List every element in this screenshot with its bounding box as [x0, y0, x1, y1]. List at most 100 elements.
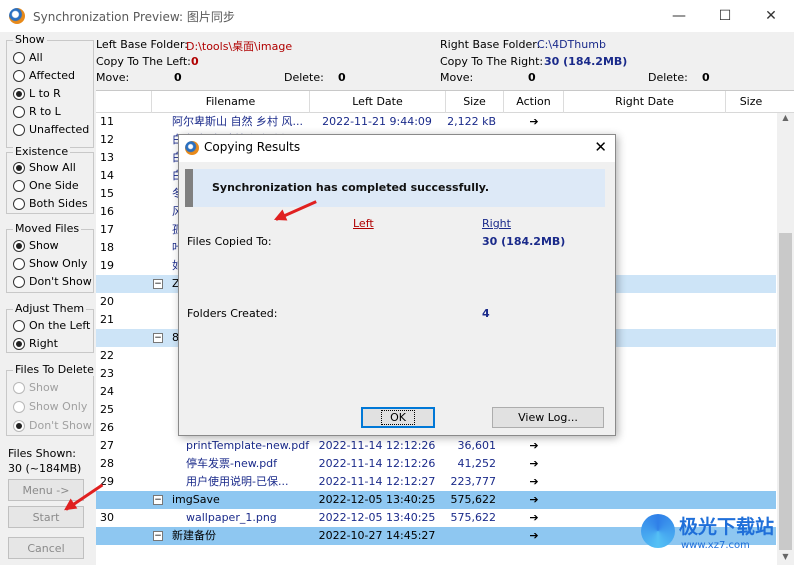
maximize-button[interactable]: ☐ — [702, 0, 748, 32]
radio-icon — [13, 419, 25, 432]
radio-existence-show-all[interactable]: Show All — [13, 161, 76, 174]
row-number: 25 — [100, 403, 114, 416]
table-row[interactable]: 27 printTemplate-new.pdf 2022-11-14 12:12:… — [96, 437, 776, 455]
row-number: 27 — [100, 439, 114, 452]
dialog-close-icon[interactable]: ✕ — [594, 138, 607, 156]
row-filename: 用户使用说明-已保... — [186, 475, 289, 488]
action-arrow-icon[interactable]: ➔ — [506, 527, 562, 545]
radio-show-r-to-l[interactable]: R to L — [13, 105, 61, 118]
move-right-label: Move: — [440, 71, 474, 84]
collapse-icon[interactable]: − — [153, 495, 163, 505]
radio-show-affected[interactable]: Affected — [13, 69, 75, 82]
adjust-group-title: Adjust Them — [13, 302, 87, 315]
header-filename[interactable]: Filename — [152, 91, 310, 113]
left-base-folder-label: Left Base Folder: — [96, 38, 188, 51]
radio-delete-show-only: Show Only — [13, 400, 87, 413]
header-left-date[interactable]: Left Date — [310, 91, 446, 113]
files-to-delete-group-title: Files To Delete — [13, 363, 96, 376]
column-right-link[interactable]: Right — [482, 217, 511, 230]
radio-icon — [13, 400, 25, 413]
radio-show-l-to-r[interactable]: L to R — [13, 87, 61, 100]
header-right-size[interactable]: Size — [726, 91, 776, 113]
collapse-icon[interactable]: − — [153, 279, 163, 289]
watermark: 极光下载站 www.xz7.com — [641, 512, 791, 558]
radio-show-unaffected[interactable]: Unaffected — [13, 123, 89, 136]
radio-show-all[interactable]: All — [13, 51, 43, 64]
collapse-icon[interactable]: − — [153, 333, 163, 343]
radio-icon — [13, 239, 25, 252]
radio-moved-dont-show[interactable]: Don't Show — [13, 275, 92, 288]
row-number — [100, 275, 140, 293]
action-arrow-icon[interactable]: ➔ — [506, 473, 562, 491]
radio-icon — [13, 319, 25, 332]
radio-moved-show[interactable]: Show — [13, 239, 59, 252]
table-row[interactable]: 28 停车发票-new.pdf 2022-11-14 12:12:26 41,252 ➔ — [96, 455, 776, 473]
title-bar: Synchronization Preview: 图片同步 — ☐ ✕ — [0, 0, 794, 32]
row-number: 14 — [100, 169, 114, 182]
radio-adjust-left[interactable]: On the Left — [13, 319, 90, 332]
row-left-size: 2,122 kB — [447, 115, 496, 128]
left-base-folder-value: D:\tools\桌面\image — [186, 40, 293, 53]
row-number: 15 — [100, 187, 114, 200]
scroll-thumb[interactable] — [779, 233, 792, 550]
sync-info-panel: Left Base Folder: D:\tools\桌面\image Righ… — [96, 32, 794, 90]
scroll-up-icon[interactable]: ▲ — [777, 113, 794, 127]
dialog-title: Copying Results — [204, 140, 301, 154]
action-arrow-icon[interactable]: ➔ — [506, 455, 562, 473]
dialog-app-icon — [185, 141, 199, 155]
dialog-title-bar: Copying Results ✕ — [179, 135, 615, 162]
files-shown-label: Files Shown: — [8, 447, 76, 460]
view-log-button[interactable]: View Log... — [492, 407, 604, 428]
row-number: 21 — [100, 313, 114, 326]
radio-icon — [13, 105, 25, 118]
action-arrow-icon[interactable]: ➔ — [506, 509, 562, 527]
collapse-icon[interactable]: − — [153, 531, 163, 541]
radio-adjust-right[interactable]: Right — [13, 337, 58, 350]
grid-header: Filename Left Date Size Action Right Dat… — [96, 91, 794, 113]
header-action[interactable]: Action — [504, 91, 564, 113]
menu-button[interactable]: Menu -> — [8, 479, 84, 501]
radio-icon — [13, 123, 25, 136]
action-arrow-icon[interactable]: ➔ — [506, 437, 562, 455]
moved-files-group-title: Moved Files — [13, 222, 82, 235]
table-row[interactable]: 11 阿尔卑斯山 自然 乡村 风... 2022-11-21 9:44:09 2,12… — [96, 113, 776, 131]
table-row[interactable]: 29 用户使用说明-已保... 2022-11-14 12:12:27 223,777… — [96, 473, 776, 491]
header-left-size[interactable]: Size — [446, 91, 504, 113]
row-number: 11 — [100, 115, 114, 128]
row-left-size: 575,622 — [450, 511, 497, 524]
header-right-date[interactable]: Right Date — [564, 91, 726, 113]
radio-icon — [13, 381, 25, 394]
show-group-title: Show — [13, 33, 47, 46]
radio-icon — [13, 161, 25, 174]
cancel-button[interactable]: Cancel — [8, 537, 84, 559]
existence-group-title: Existence — [13, 145, 71, 158]
radio-icon — [13, 51, 25, 64]
ok-button[interactable]: OK — [361, 407, 435, 428]
delete-left-label: Delete: — [284, 71, 324, 84]
row-filename: imgSave — [172, 493, 220, 506]
minimize-button[interactable]: — — [656, 0, 702, 32]
radio-moved-show-only[interactable]: Show Only — [13, 257, 87, 270]
close-button[interactable]: ✕ — [748, 0, 794, 32]
vertical-scrollbar[interactable]: ▲ ▼ — [777, 113, 794, 565]
row-number: 24 — [100, 385, 114, 398]
copy-to-right-value: 30 (184.2MB) — [544, 55, 628, 68]
copying-results-dialog: Copying Results ✕ Synchronization has co… — [178, 134, 616, 436]
action-arrow-icon[interactable]: ➔ — [506, 491, 562, 509]
moved-files-group: Moved Files Show Show Only Don't Show — [6, 222, 94, 293]
column-left-link[interactable]: Left — [353, 217, 374, 230]
copy-to-left-value: 0 — [191, 55, 199, 68]
row-left-date: 2022-11-14 12:12:26 — [318, 457, 436, 470]
action-arrow-icon[interactable]: ➔ — [506, 113, 562, 131]
header-blank — [96, 91, 152, 113]
row-number — [100, 527, 140, 545]
row-number: 16 — [100, 205, 114, 218]
window-title: Synchronization Preview: 图片同步 — [33, 9, 235, 24]
row-number: 26 — [100, 421, 114, 434]
folder-row[interactable]: − imgSave 2022-12-05 13:40:25 575,622 ➔ — [96, 491, 776, 509]
row-left-date: 2022-10-27 14:45:27 — [318, 529, 436, 542]
row-number: 19 — [100, 259, 114, 272]
radio-existence-both-sides[interactable]: Both Sides — [13, 197, 88, 210]
move-left-label: Move: — [96, 71, 130, 84]
radio-existence-one-side[interactable]: One Side — [13, 179, 79, 192]
